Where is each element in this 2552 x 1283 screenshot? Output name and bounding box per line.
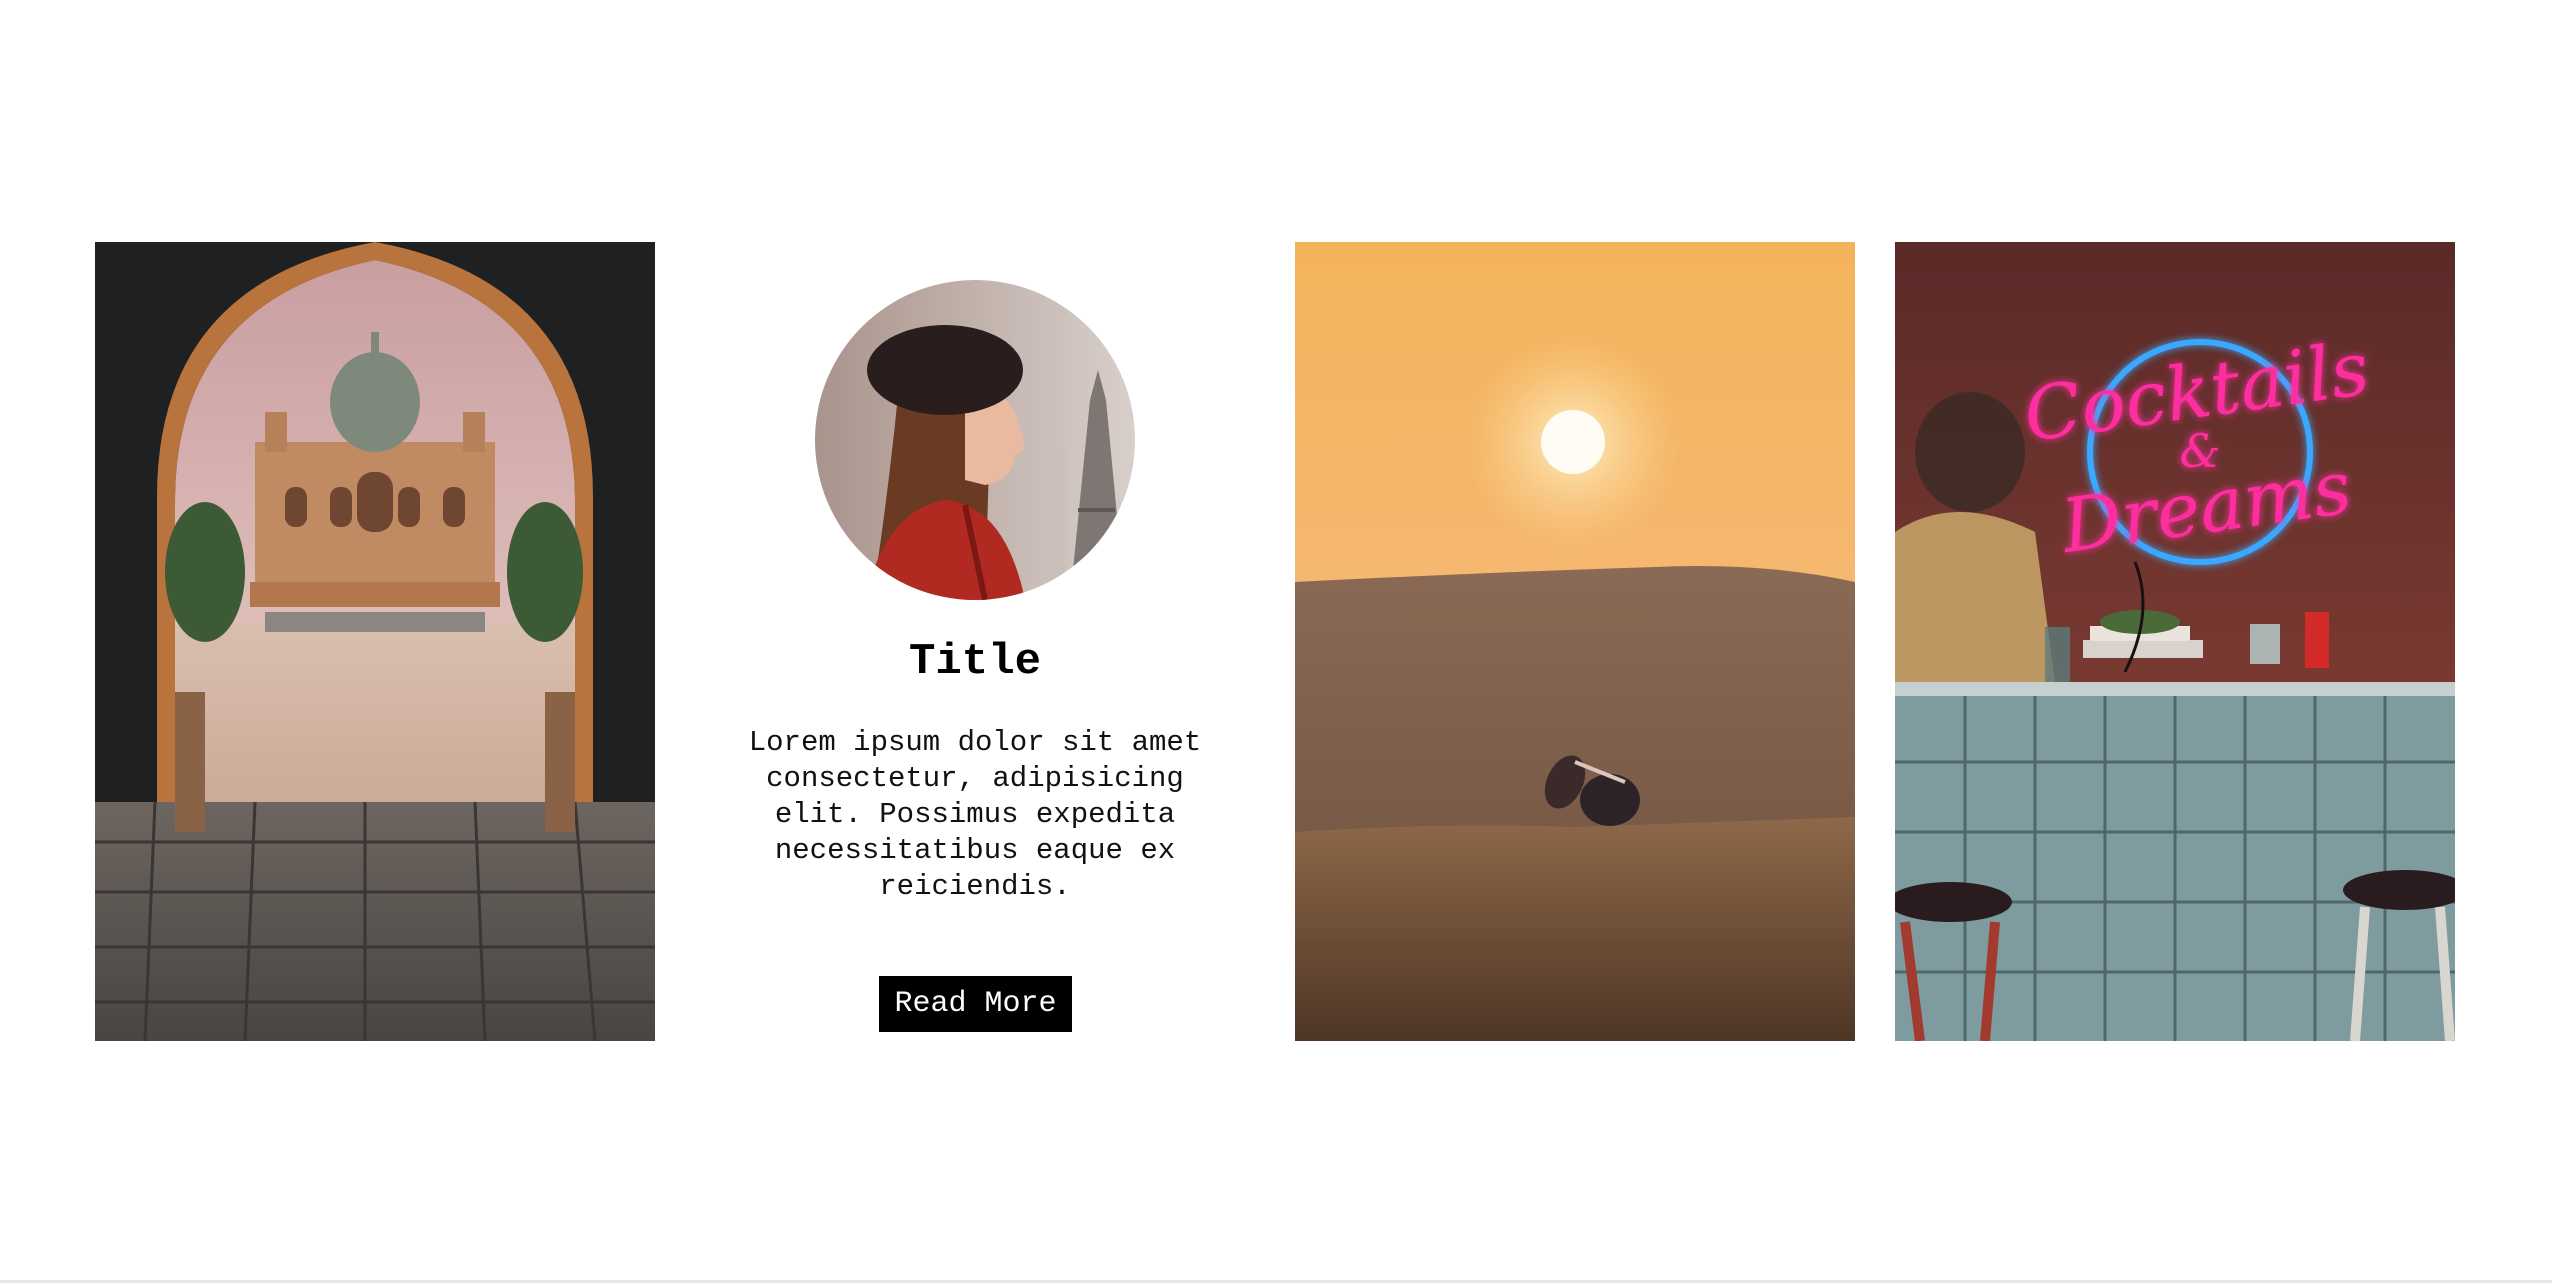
gallery-card-arch <box>95 242 655 1041</box>
gallery-card-neon: Cocktails & Dreams <box>1895 242 2455 1041</box>
read-more-button[interactable]: Read More <box>879 976 1072 1032</box>
avatar <box>815 280 1135 600</box>
gallery-card-text: Title Lorem ipsum dolor sit amet consect… <box>695 242 1255 1041</box>
gallery-page: Title Lorem ipsum dolor sit amet consect… <box>0 0 2552 1283</box>
woman-beret-photo <box>815 280 1135 600</box>
arch-tomb-photo <box>95 242 655 1041</box>
card-description: Lorem ipsum dolor sit amet consectetur, … <box>748 726 1202 903</box>
desert-sunset-photo <box>1295 242 1855 1041</box>
gallery-card-desert <box>1295 242 1855 1041</box>
card-title: Title <box>908 637 1042 687</box>
neon-sign-photo: Cocktails & Dreams <box>1895 242 2455 1041</box>
